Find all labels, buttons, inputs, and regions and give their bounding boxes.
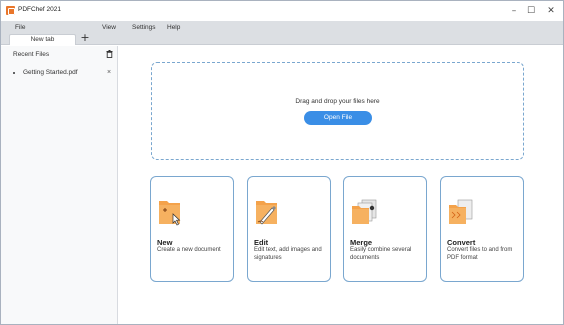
menu-bar: File View Settings Help New tab +	[1, 21, 563, 45]
merge-documents-icon	[352, 199, 377, 224]
edit-document-card[interactable]: Edit Edit text, add images and signature…	[247, 176, 331, 282]
tab-new-tab[interactable]: New tab	[9, 34, 76, 45]
main-content: Drag and drop your files here Open File …	[119, 46, 563, 324]
merge-documents-card[interactable]: Merge Easily combine several documents	[343, 176, 427, 282]
card-title: Merge	[350, 238, 373, 247]
minimize-button[interactable]: –	[505, 4, 523, 18]
app-title: PDFChef 2021	[18, 6, 61, 13]
card-description: Easily combine several documents	[350, 247, 412, 261]
menu-settings[interactable]: Settings	[132, 24, 156, 32]
trash-icon[interactable]	[106, 50, 113, 58]
convert-document-card[interactable]: Convert Convert files to and from PDF fo…	[440, 176, 524, 282]
recent-file-label: Getting Started.pdf	[23, 69, 78, 76]
menu-help[interactable]: Help	[167, 24, 180, 32]
new-document-card[interactable]: New Create a new document	[150, 176, 234, 282]
maximize-button[interactable]: ☐	[522, 4, 540, 18]
sidebar-title: Recent Files	[13, 51, 50, 58]
close-window-button[interactable]: ✕	[542, 4, 560, 18]
menu-file[interactable]: File	[15, 24, 25, 32]
file-dropzone[interactable]: Drag and drop your files here Open File	[151, 62, 524, 160]
card-title: Edit	[254, 238, 269, 247]
convert-document-icon	[449, 199, 473, 224]
app-window: PDFChef 2021 – ☐ ✕ File View Settings He…	[0, 0, 564, 325]
card-title: New	[157, 238, 173, 247]
remove-recent-file-button[interactable]: ×	[107, 68, 111, 78]
card-description: Edit text, add images and signatures	[254, 247, 322, 261]
app-logo-icon	[6, 6, 15, 15]
menu-view[interactable]: View	[102, 24, 116, 32]
dropzone-text: Drag and drop your files here	[295, 98, 380, 105]
open-file-button[interactable]: Open File	[304, 111, 372, 125]
bullet-icon	[13, 72, 15, 74]
title-bar: PDFChef 2021 – ☐ ✕	[1, 1, 563, 21]
card-title: Convert	[447, 238, 476, 247]
edit-document-icon	[256, 201, 277, 225]
add-tab-button[interactable]: +	[79, 32, 91, 44]
card-description: Create a new document	[157, 247, 221, 253]
card-description: Convert files to and from PDF format	[447, 247, 513, 261]
recent-file-item[interactable]: Getting Started.pdf ×	[13, 68, 116, 78]
recent-files-sidebar: Recent Files Getting Started.pdf ×	[1, 46, 118, 324]
new-document-icon	[159, 201, 181, 226]
